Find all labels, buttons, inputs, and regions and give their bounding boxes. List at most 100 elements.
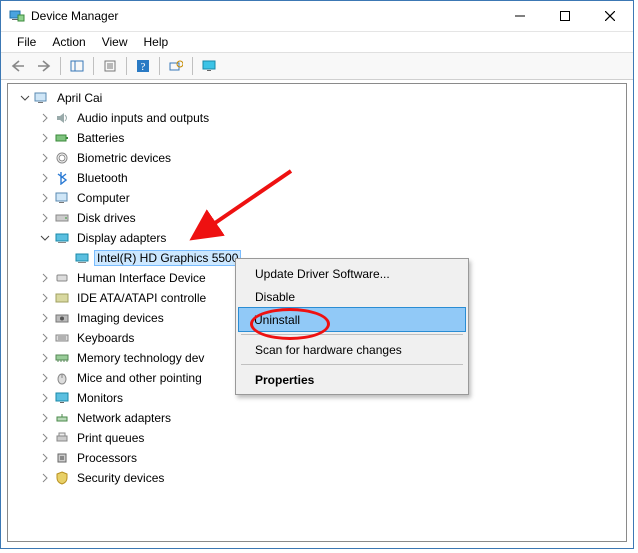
toolbar: ?	[1, 52, 633, 80]
close-button[interactable]	[587, 1, 633, 31]
computer-icon	[54, 190, 70, 206]
help-button[interactable]: ?	[131, 54, 155, 78]
ctx-separator	[241, 334, 463, 335]
printer-icon	[54, 430, 70, 446]
battery-icon	[54, 130, 70, 146]
forward-button[interactable]	[32, 54, 56, 78]
speaker-icon	[54, 110, 70, 126]
ide-controller-icon	[54, 290, 70, 306]
display-adapter-icon	[54, 230, 70, 246]
tree-item-label: Disk drives	[74, 210, 139, 226]
ctx-update-driver[interactable]: Update Driver Software...	[239, 262, 465, 285]
tree-item-label: Biometric devices	[74, 150, 174, 166]
expander-closed-icon[interactable]	[38, 471, 52, 485]
toolbar-sep	[93, 57, 94, 75]
tree-item-label: Processors	[74, 450, 140, 466]
menu-action[interactable]: Action	[44, 33, 93, 51]
expander-closed-icon[interactable]	[38, 191, 52, 205]
tree-item-disk[interactable]: Disk drives	[12, 208, 626, 228]
network-icon	[54, 410, 70, 426]
show-hide-console-button[interactable]	[65, 54, 89, 78]
tree-item-label: Print queues	[74, 430, 147, 446]
tree-item-label: Imaging devices	[74, 310, 167, 326]
mouse-icon	[54, 370, 70, 386]
back-button[interactable]	[6, 54, 30, 78]
tree-item-print[interactable]: Print queues	[12, 428, 626, 448]
tree-item-processors[interactable]: Processors	[12, 448, 626, 468]
tree-root[interactable]: April Cai	[12, 88, 626, 108]
disk-icon	[54, 210, 70, 226]
tree-item-label: Computer	[74, 190, 133, 206]
computer-root-icon	[34, 90, 50, 106]
tree-item-label: Memory technology dev	[74, 350, 207, 366]
expander-closed-icon[interactable]	[38, 451, 52, 465]
expander-closed-icon[interactable]	[38, 431, 52, 445]
display-adapter-icon	[74, 250, 90, 266]
expander-closed-icon[interactable]	[38, 271, 52, 285]
expander-closed-icon[interactable]	[38, 311, 52, 325]
expander-closed-icon[interactable]	[38, 351, 52, 365]
ctx-separator	[241, 364, 463, 365]
tree-item-security[interactable]: Security devices	[12, 468, 626, 488]
expander-closed-icon[interactable]	[38, 331, 52, 345]
cpu-icon	[54, 450, 70, 466]
expander-closed-icon[interactable]	[38, 371, 52, 385]
maximize-button[interactable]	[542, 1, 587, 31]
tree-item-label: Security devices	[74, 470, 167, 486]
memory-icon	[54, 350, 70, 366]
tree-item-label: Bluetooth	[74, 170, 131, 186]
device-manager-window: Device Manager File Action View Help ?	[0, 0, 634, 549]
tree-root-label: April Cai	[54, 90, 105, 106]
menu-file[interactable]: File	[9, 33, 44, 51]
tree-item-label: Keyboards	[74, 330, 137, 346]
bluetooth-icon	[54, 170, 70, 186]
toolbar-sep	[159, 57, 160, 75]
expander-closed-icon[interactable]	[38, 171, 52, 185]
ctx-disable[interactable]: Disable	[239, 285, 465, 308]
expander-closed-icon[interactable]	[38, 151, 52, 165]
expander-closed-icon[interactable]	[38, 411, 52, 425]
tree-item-label: Monitors	[74, 390, 126, 406]
monitor-button[interactable]	[197, 54, 221, 78]
expander-closed-icon[interactable]	[38, 131, 52, 145]
tree-item-network[interactable]: Network adapters	[12, 408, 626, 428]
window-controls	[497, 1, 633, 31]
tree-item-biometric[interactable]: Biometric devices	[12, 148, 626, 168]
expander-open-icon[interactable]	[18, 91, 32, 105]
tree-item-bluetooth[interactable]: Bluetooth	[12, 168, 626, 188]
ctx-uninstall[interactable]: Uninstall	[238, 307, 466, 332]
tree-item-batteries[interactable]: Batteries	[12, 128, 626, 148]
hid-icon	[54, 270, 70, 286]
toolbar-sep	[126, 57, 127, 75]
camera-icon	[54, 310, 70, 326]
expander-closed-icon[interactable]	[38, 211, 52, 225]
context-menu: Update Driver Software... Disable Uninst…	[235, 258, 469, 395]
tree-item-label: Mice and other pointing	[74, 370, 205, 386]
keyboard-icon	[54, 330, 70, 346]
window-title: Device Manager	[31, 9, 497, 23]
ctx-properties[interactable]: Properties	[239, 368, 465, 391]
expander-closed-icon[interactable]	[38, 111, 52, 125]
app-icon	[9, 8, 25, 24]
security-icon	[54, 470, 70, 486]
toolbar-sep	[60, 57, 61, 75]
tree-item-label: Human Interface Device	[74, 270, 209, 286]
expander-closed-icon[interactable]	[38, 291, 52, 305]
tree-item-label: Audio inputs and outputs	[74, 110, 212, 126]
tree-item-label: Intel(R) HD Graphics 5500	[94, 250, 241, 266]
menu-help[interactable]: Help	[136, 33, 177, 51]
tree-item-label: Display adapters	[74, 230, 169, 246]
menu-view[interactable]: View	[94, 33, 136, 51]
minimize-button[interactable]	[497, 1, 542, 31]
tree-item-display[interactable]: Display adapters	[12, 228, 626, 248]
tree-item-label: Batteries	[74, 130, 127, 146]
scan-hardware-button[interactable]	[164, 54, 188, 78]
ctx-scan-hardware[interactable]: Scan for hardware changes	[239, 338, 465, 361]
tree-item-audio[interactable]: Audio inputs and outputs	[12, 108, 626, 128]
expander-closed-icon[interactable]	[38, 391, 52, 405]
tree-item-computer[interactable]: Computer	[12, 188, 626, 208]
properties-button[interactable]	[98, 54, 122, 78]
toolbar-sep	[192, 57, 193, 75]
tree-item-label: IDE ATA/ATAPI controlle	[74, 290, 209, 306]
expander-open-icon[interactable]	[38, 231, 52, 245]
